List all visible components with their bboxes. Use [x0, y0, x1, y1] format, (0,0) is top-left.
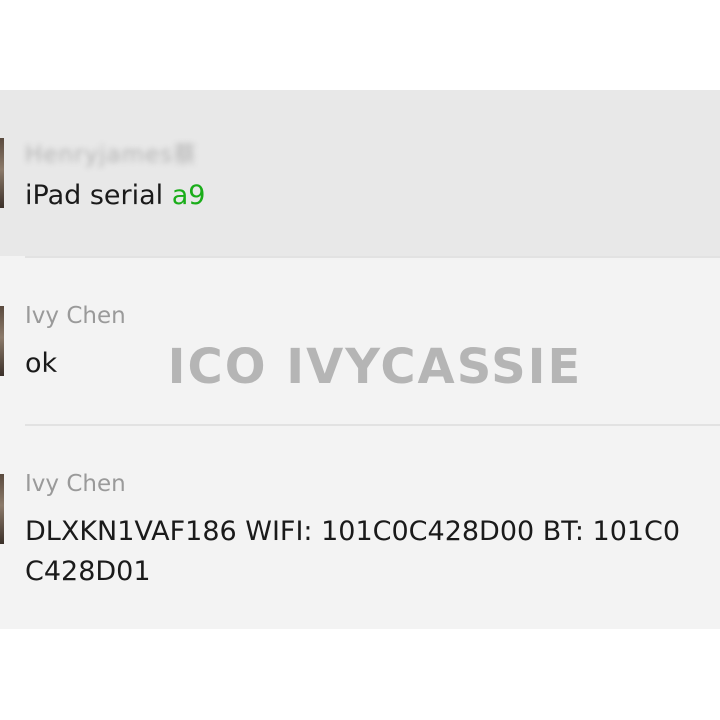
- sender-name: Ivy Chen: [25, 303, 126, 329]
- message-text-line: DLXKN1VAF186 WIFI: 101C0C428D00 BT: 101C…: [25, 516, 681, 547]
- message-text: DLXKN1VAF186 WIFI: 101C0C428D00 BT: 101C…: [25, 512, 680, 592]
- avatar[interactable]: [0, 306, 4, 376]
- message-text: ok: [25, 348, 58, 379]
- message-text: iPad serial a9: [25, 176, 205, 216]
- message-text-line: C428D01: [25, 556, 151, 587]
- screenshot-stage: Henryjames蔡 iPad serial a9 Ivy Chen ok I…: [0, 0, 720, 720]
- sender-name: Ivy Chen: [25, 471, 126, 497]
- chat-message[interactable]: Ivy Chen ok: [0, 258, 720, 424]
- avatar[interactable]: [0, 138, 4, 208]
- message-text-highlight: a9: [171, 180, 206, 211]
- avatar[interactable]: [0, 474, 4, 544]
- sender-name: Henryjames蔡: [25, 142, 198, 168]
- chat-message[interactable]: Ivy Chen DLXKN1VAF186 WIFI: 101C0C428D00…: [0, 426, 720, 629]
- chat-history-panel: Henryjames蔡 iPad serial a9 Ivy Chen ok I…: [0, 90, 720, 629]
- message-text-main: iPad serial: [25, 180, 172, 211]
- chat-message[interactable]: Henryjames蔡 iPad serial a9: [0, 90, 720, 256]
